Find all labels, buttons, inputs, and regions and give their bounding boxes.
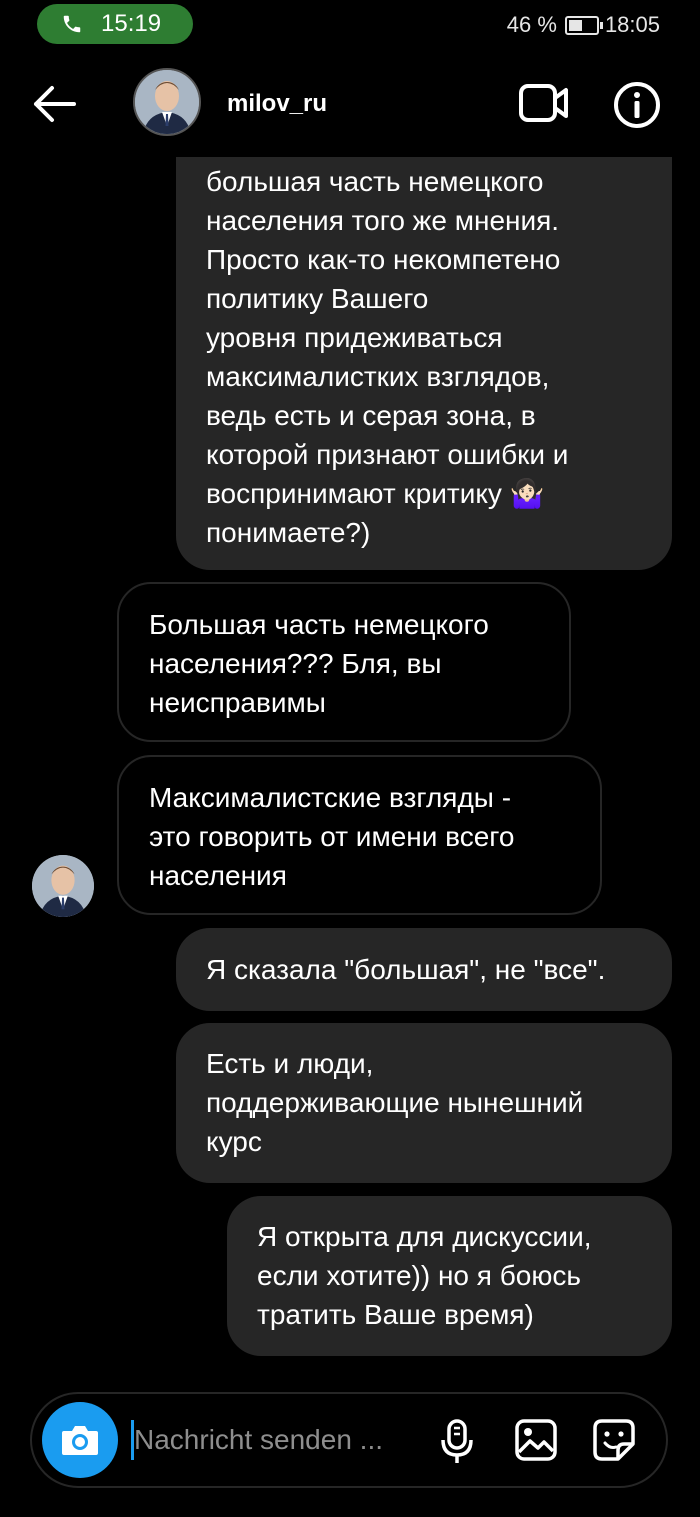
message-bubble-sent[interactable]: Я открыта для дискуссии, если хотите)) н… — [227, 1196, 672, 1356]
chat-username[interactable]: milov_ru — [227, 90, 327, 118]
video-call-icon[interactable] — [518, 82, 570, 124]
message-bubble-received[interactable]: Большая часть немецкого населения??? Бля… — [117, 582, 571, 742]
battery-percent: 46 % — [506, 12, 557, 37]
clock: 18:05 — [604, 12, 660, 37]
back-arrow-icon[interactable] — [30, 84, 78, 124]
message-input[interactable] — [134, 1418, 434, 1462]
sender-avatar[interactable] — [32, 855, 94, 917]
microphone-icon[interactable] — [440, 1418, 474, 1466]
ongoing-call-pill[interactable]: 15:19 — [37, 4, 193, 44]
phone-icon — [63, 15, 81, 33]
camera-button[interactable] — [42, 1402, 118, 1478]
avatar[interactable] — [133, 68, 201, 136]
status-bar: 15:19 46 % 18:05 — [0, 0, 700, 50]
message-composer — [30, 1392, 668, 1488]
system-status: 46 % 18:05 — [507, 12, 660, 38]
sticker-icon[interactable] — [592, 1418, 636, 1462]
message-bubble-received[interactable]: Максималистские взгляды - это говорить о… — [117, 755, 602, 915]
call-duration: 15:19 — [101, 10, 162, 37]
message-bubble-sent[interactable]: Я сказала "большая", не "все". — [176, 928, 672, 1011]
battery-icon — [564, 15, 603, 35]
message-bubble-sent[interactable]: большая часть немецкого населения того ж… — [176, 157, 672, 570]
camera-icon — [62, 1426, 98, 1455]
chat-header: milov_ru — [0, 60, 700, 152]
gallery-icon[interactable] — [514, 1418, 558, 1462]
message-bubble-sent[interactable]: Есть и люди, поддерживающие нынешний кур… — [176, 1023, 672, 1183]
info-icon[interactable] — [612, 80, 662, 130]
